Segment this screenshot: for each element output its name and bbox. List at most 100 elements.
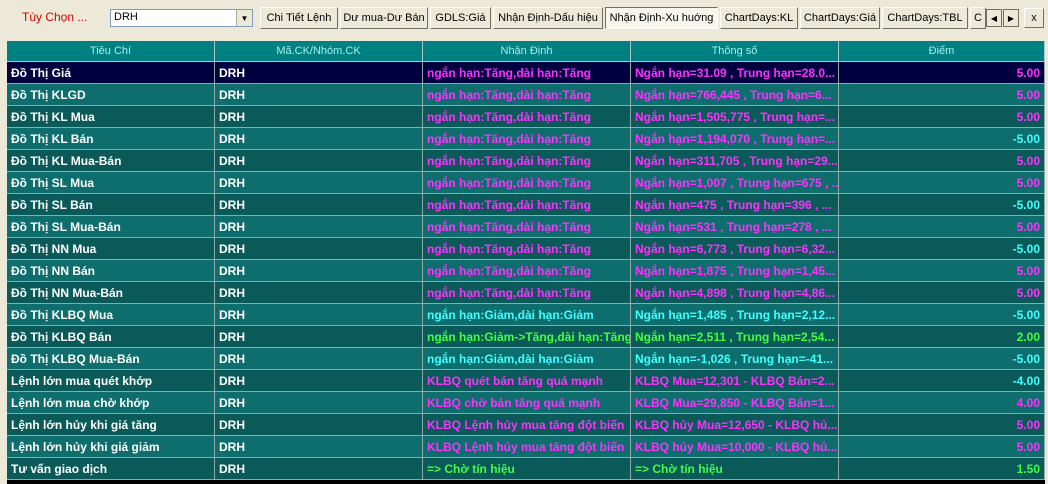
cell-criteria: Đồ Thị KL Mua-Bán — [7, 150, 215, 171]
cell-score: 5.00 — [839, 172, 1045, 193]
tab-du-mua-du-ban[interactable]: Dư mua-Dư Bán — [340, 7, 428, 29]
cell-assessment: ngắn hạn:Tăng,dài hạn:Tăng — [423, 172, 631, 193]
cell-score: 5.00 — [839, 216, 1045, 237]
scroll-left-icon[interactable]: ◀ — [986, 9, 1002, 27]
cell-criteria: Lệnh lớn hủy khi giá giảm — [7, 436, 215, 457]
table-row[interactable]: Tư vấn giao dịch DRH => Chờ tín hiệu => Chờ… — [7, 458, 1045, 480]
cell-score: 5.00 — [839, 282, 1045, 303]
scroll-right-icon[interactable]: ▶ — [1003, 9, 1019, 27]
cell-score: -5.00 — [839, 128, 1045, 149]
cell-score: 5.00 — [839, 84, 1045, 105]
cell-params: Ngắn hạn=311,705 , Trung hạn=29... — [631, 150, 839, 171]
cell-criteria: Đồ Thị SL Bán — [7, 194, 215, 215]
cell-score: 2.00 — [839, 326, 1045, 347]
cell-criteria: Đồ Thị SL Mua-Bán — [7, 216, 215, 237]
cell-code: DRH — [215, 326, 423, 347]
cell-code: DRH — [215, 392, 423, 413]
cell-assessment: KLBQ Lệnh hủy mua tăng đột biến — [423, 436, 631, 457]
cell-code: DRH — [215, 128, 423, 149]
tab-chi-tiet-lenh[interactable]: Chi Tiết Lệnh — [260, 7, 338, 29]
cell-score: -5.00 — [839, 348, 1045, 369]
cell-score: -5.00 — [839, 304, 1045, 325]
cell-code: DRH — [215, 216, 423, 237]
cell-criteria: Đồ Thị NN Mua — [7, 238, 215, 259]
cell-score: 5.00 — [839, 62, 1045, 83]
cell-params: Ngắn hạn=-1,026 , Trung hạn=-41... — [631, 348, 839, 369]
column-header-score[interactable]: Điểm — [839, 41, 1045, 61]
cell-code: DRH — [215, 458, 423, 479]
table-row[interactable]: Lệnh lớn mua quét khớp DRH KLBQ quét bán t… — [7, 370, 1045, 392]
table-row[interactable]: Đồ Thị NN Bán DRH ngắn hạn:Tăng,dài hạn:Tă… — [7, 260, 1045, 282]
cell-params: => Chờ tín hiệu — [631, 458, 839, 479]
table-row[interactable]: Lệnh lớn hủy khi giá giảm DRH KLBQ Lệnh hủ… — [7, 436, 1045, 458]
column-header-assessment[interactable]: Nhận Định — [423, 41, 631, 61]
table-row[interactable]: Đồ Thị KLBQ Bán DRH ngắn hạn:Giảm->Tăng,dà… — [7, 326, 1045, 348]
cell-assessment: ngắn hạn:Tăng,dài hạn:Tăng — [423, 216, 631, 237]
cell-assessment: ngắn hạn:Tăng,dài hạn:Tăng — [423, 106, 631, 127]
cell-score: -5.00 — [839, 194, 1045, 215]
table-row[interactable]: Đồ Thị SL Bán DRH ngắn hạn:Tăng,dài hạn:Tă… — [7, 194, 1045, 216]
table-row[interactable]: Lệnh lớn mua chờ khớp DRH KLBQ chờ bán tăn… — [7, 392, 1045, 414]
trend-table: Tiêu Chí Mã.CK/Nhóm.CK Nhận Định Thông s… — [7, 41, 1045, 484]
tab-gdls-gia[interactable]: GDLS:Giá — [430, 7, 491, 29]
tab-nhan-dinh-xu-huong[interactable]: Nhận Định-Xu huớng — [605, 7, 718, 29]
tab-nhan-dinh-dau-hieu[interactable]: Nhận Định-Dấu hiệu — [493, 7, 603, 29]
cell-assessment: KLBQ quét bán tăng quá mạnh — [423, 370, 631, 391]
cell-assessment: KLBQ chờ bán tăng quá mạnh — [423, 392, 631, 413]
cell-params: Ngắn hạn=1,875 , Trung hạn=1,45... — [631, 260, 839, 281]
options-menu[interactable]: Tùy Chọn ... — [22, 10, 87, 24]
table-row[interactable]: Đồ Thị SL Mua DRH ngắn hạn:Tăng,dài hạn:Tă… — [7, 172, 1045, 194]
close-button[interactable]: x — [1024, 8, 1044, 28]
column-header-code[interactable]: Mã.CK/Nhóm.CK — [215, 41, 423, 61]
table-row[interactable]: Đồ Thị Giá DRH ngắn hạn:Tăng,dài hạn:Tăng N… — [7, 62, 1045, 84]
cell-code: DRH — [215, 172, 423, 193]
table-header: Tiêu Chí Mã.CK/Nhóm.CK Nhận Định Thông s… — [7, 41, 1045, 62]
cell-score: 5.00 — [839, 260, 1045, 281]
table-row[interactable]: Đồ Thị KL Mua DRH ngắn hạn:Tăng,dài hạn:Tă… — [7, 106, 1045, 128]
symbol-select[interactable]: DRH ▼ — [110, 9, 253, 27]
cell-assessment: ngắn hạn:Tăng,dài hạn:Tăng — [423, 150, 631, 171]
table-row[interactable]: Đồ Thị NN Mua-Bán DRH ngắn hạn:Tăng,dài hạ… — [7, 282, 1045, 304]
column-header-params[interactable]: Thông số — [631, 41, 839, 61]
table-row[interactable]: Đồ Thị KLGD DRH ngắn hạn:Tăng,dài hạn:Tăng… — [7, 84, 1045, 106]
cell-criteria: Đồ Thị Giá — [7, 62, 215, 83]
cell-params: Ngắn hạn=766,445 , Trung hạn=6... — [631, 84, 839, 105]
cell-params: KLBQ Mua=29,850 - KLBQ Bán=1... — [631, 392, 839, 413]
cell-score: -5.00 — [839, 238, 1045, 259]
cell-assessment: ngắn hạn:Tăng,dài hạn:Tăng — [423, 128, 631, 149]
cell-assessment: ngắn hạn:Tăng,dài hạn:Tăng — [423, 260, 631, 281]
table-row[interactable]: Đồ Thị SL Mua-Bán DRH ngắn hạn:Tăng,dài hạ… — [7, 216, 1045, 238]
chevron-down-icon[interactable]: ▼ — [236, 10, 252, 26]
cell-criteria: Đồ Thị NN Mua-Bán — [7, 282, 215, 303]
tab-chartdays-kl[interactable]: ChartDays:KL — [720, 7, 798, 29]
cell-criteria: Đồ Thị KL Mua — [7, 106, 215, 127]
cell-criteria: Lệnh lớn hủy khi giá tăng — [7, 414, 215, 435]
table-row[interactable]: Đồ Thị KL Mua-Bán DRH ngắn hạn:Tăng,dài hạ… — [7, 150, 1045, 172]
cell-criteria: Đồ Thị KL Bán — [7, 128, 215, 149]
cell-code: DRH — [215, 436, 423, 457]
table-row[interactable]: Đồ Thị NN Mua DRH ngắn hạn:Tăng,dài hạn:Tă… — [7, 238, 1045, 260]
cell-assessment: ngắn hạn:Giảm,dài hạn:Giảm — [423, 348, 631, 369]
cell-params: Ngắn hạn=1,485 , Trung hạn=2,12... — [631, 304, 839, 325]
cell-criteria: Đồ Thị SL Mua — [7, 172, 215, 193]
table-row[interactable]: Lệnh lớn hủy khi giá tăng DRH KLBQ Lệnh hủ… — [7, 414, 1045, 436]
table-row[interactable]: Đồ Thị KL Bán DRH ngắn hạn:Tăng,dài hạn:Tă… — [7, 128, 1045, 150]
table-row[interactable]: Đồ Thị KLBQ Mua DRH ngắn hạn:Giảm,dài hạn:… — [7, 304, 1045, 326]
tab-chartdays-gia[interactable]: ChartDays:Giá — [800, 7, 880, 29]
tab-more[interactable]: C — [970, 7, 986, 29]
cell-assessment: KLBQ Lệnh hủy mua tăng đột biến — [423, 414, 631, 435]
cell-score: 5.00 — [839, 414, 1045, 435]
cell-assessment: ngắn hạn:Giảm->Tăng,dài hạn:Tăng — [423, 326, 631, 347]
cell-criteria: Đồ Thị KLBQ Bán — [7, 326, 215, 347]
cell-score: 4.00 — [839, 392, 1045, 413]
cell-code: DRH — [215, 62, 423, 83]
tab-chartdays-tbl[interactable]: ChartDays:TBL — [882, 7, 968, 29]
cell-assessment: ngắn hạn:Tăng,dài hạn:Tăng — [423, 194, 631, 215]
toolbar: Tùy Chọn ... DRH ▼ Chi Tiết Lệnh Dư mua-… — [0, 0, 1048, 38]
table-body: Đồ Thị Giá DRH ngắn hạn:Tăng,dài hạn:Tăng N… — [7, 62, 1045, 480]
column-header-criteria[interactable]: Tiêu Chí — [7, 41, 215, 61]
cell-code: DRH — [215, 282, 423, 303]
cell-params: Ngắn hạn=475 , Trung hạn=396 , ... — [631, 194, 839, 215]
table-row[interactable]: Đồ Thị KLBQ Mua-Bán DRH ngắn hạn:Giảm,dài … — [7, 348, 1045, 370]
cell-score: 5.00 — [839, 150, 1045, 171]
